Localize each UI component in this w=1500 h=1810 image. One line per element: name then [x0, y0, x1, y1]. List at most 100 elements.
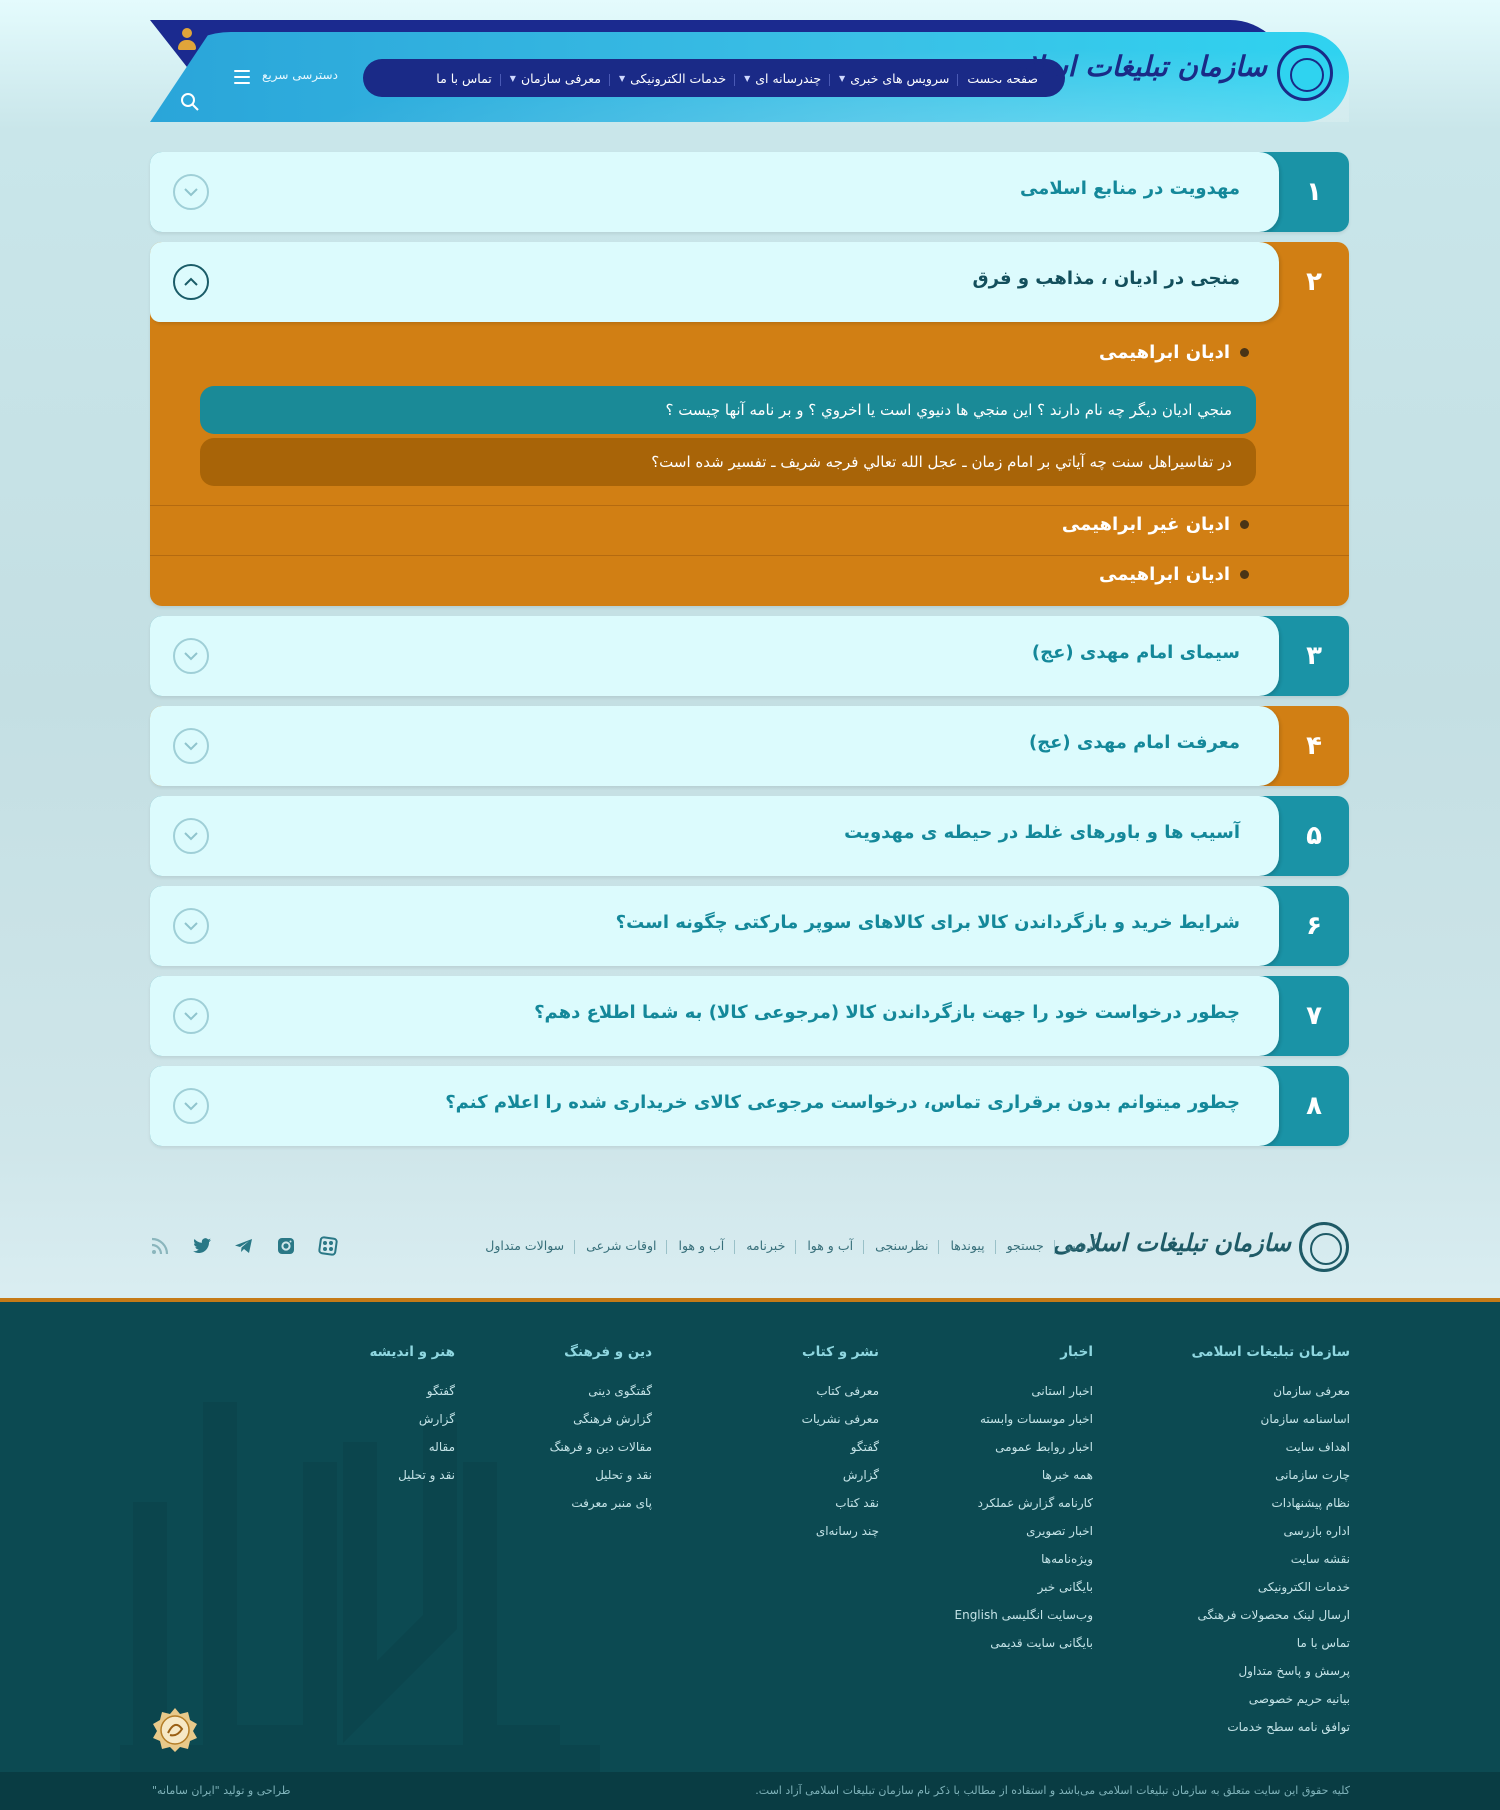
footer-link[interactable]: همه خبرها — [955, 1461, 1093, 1489]
footer-link[interactable]: معرفی کتاب — [802, 1377, 879, 1405]
footer-quick-link[interactable]: پیوندها — [939, 1238, 996, 1254]
footer-quick-link[interactable]: سوالات متداول — [474, 1238, 576, 1254]
faq-item-title: منجی در ادیان ، مذاهب و فرق — [972, 268, 1240, 289]
footer-link[interactable]: گزارش — [369, 1405, 455, 1433]
faq-category[interactable]: ادیان ابراهیمی — [1099, 342, 1249, 363]
footer-quick-link[interactable]: اوقات شرعی — [575, 1238, 668, 1254]
bullet-icon — [1240, 348, 1249, 357]
faq-category-label: ادیان ابراهیمی — [1099, 564, 1230, 585]
faq-item-header[interactable]: منجی در ادیان ، مذاهب و فرق — [150, 242, 1279, 322]
footer-link[interactable]: کارنامه گزارش عملکرد — [955, 1489, 1093, 1517]
footer-link[interactable]: پرسش و پاسخ متداول — [1192, 1657, 1350, 1685]
faq-item-title: سیمای امام مهدی (عج) — [1031, 642, 1240, 663]
footer-link[interactable]: اخبار موسسات وابسته — [955, 1405, 1093, 1433]
footer-link[interactable]: اساسنامه سازمان — [1192, 1405, 1350, 1433]
quick-access-label[interactable]: دسترسی سریع — [262, 68, 338, 82]
footer-link[interactable]: گزارش — [802, 1461, 879, 1489]
faq-item: ۳ سیمای امام مهدی (عج) — [150, 616, 1349, 696]
nav-item[interactable]: چندرسانه ای ▼ — [735, 71, 830, 86]
footer-link[interactable]: گفتگو — [369, 1377, 455, 1405]
footer-link[interactable]: اخبار تصویری — [955, 1517, 1093, 1545]
footer-link[interactable]: نقشه سایت — [1192, 1545, 1350, 1573]
nav-item[interactable]: معرفی سازمان ▼ — [501, 70, 611, 86]
divider — [150, 505, 1349, 506]
footer-link[interactable]: توافق نامه سطح خدمات — [1192, 1713, 1350, 1741]
chevron-down-icon[interactable] — [173, 908, 209, 944]
faq-category[interactable]: ادیان ابراهیمی — [1099, 564, 1249, 585]
nav-item-label: چندرسانه ای — [755, 70, 822, 86]
faq-item-header[interactable]: سیمای امام مهدی (عج) — [150, 616, 1279, 696]
calligraphy-watermark-icon — [120, 1402, 600, 1772]
footer-link[interactable]: چارت سازمانی — [1192, 1461, 1350, 1489]
footer-link[interactable]: پای منبر معرفت — [550, 1489, 652, 1517]
footer-quick-link[interactable]: آب و هوا — [796, 1238, 864, 1254]
aparat-icon[interactable] — [318, 1236, 338, 1256]
faq-item: ۵ آسیب ها و باورهای غلط در حیطه ی مهدویت — [150, 796, 1349, 876]
faq-item-header[interactable]: مهدویت در منابع اسلامی — [150, 152, 1279, 232]
rss-icon[interactable] — [150, 1236, 170, 1256]
trust-seal-icon[interactable] — [152, 1707, 198, 1753]
nav-item-label: معرفی سازمان — [520, 70, 601, 86]
faq-question[interactable]: در تفاسيراهل سنت چه آياتي بر امام زمان ـ… — [200, 438, 1256, 486]
footer-link[interactable]: بایگانی خبر — [955, 1573, 1093, 1601]
footer-quick-link[interactable]: خبرنامه — [735, 1238, 797, 1254]
chevron-down-icon[interactable] — [173, 638, 209, 674]
faq-item-header[interactable]: معرفت امام مهدی (عج) — [150, 706, 1279, 786]
footer-link[interactable]: وب‌سایت انگلیسی English — [955, 1601, 1094, 1629]
chevron-down-icon[interactable] — [173, 818, 209, 854]
bullet-icon — [1240, 570, 1249, 579]
footer-link[interactable]: اهداف سایت — [1192, 1433, 1350, 1461]
footer-link[interactable]: معرفی نشریات — [802, 1405, 879, 1433]
footer-link[interactable]: گفتگو — [802, 1433, 879, 1461]
faq-category-label: ادیان ابراهیمی — [1099, 342, 1230, 363]
designer-credit-link[interactable]: طراحی و تولید "ایران سامانه" — [152, 1784, 291, 1797]
footer-link[interactable]: خدمات الکترونیکی — [1192, 1573, 1350, 1601]
chevron-down-icon[interactable] — [173, 174, 209, 210]
footer-link[interactable]: نظام پیشنهادات — [1192, 1489, 1350, 1517]
footer-link[interactable]: مقالات دین و فرهنگ — [550, 1433, 652, 1461]
chevron-up-icon[interactable] — [173, 264, 209, 300]
footer-link[interactable]: تماس با ما — [1192, 1629, 1350, 1657]
chevron-down-icon[interactable] — [173, 728, 209, 764]
footer-quick-link[interactable]: آب و هوا — [667, 1238, 735, 1254]
footer-link[interactable]: گزارش فرهنگی — [550, 1405, 652, 1433]
footer-link[interactable]: گفتگوی دینی — [550, 1377, 652, 1405]
nav-item[interactable]: سرویس های خبری ▼ — [830, 71, 959, 86]
footer-link[interactable]: نقد کتاب — [802, 1489, 879, 1517]
footer-link[interactable]: ویژه‌نامه‌ها — [955, 1545, 1093, 1573]
footer-link[interactable]: نقد و تحلیل — [369, 1461, 455, 1489]
telegram-icon[interactable] — [234, 1236, 254, 1256]
search-icon[interactable] — [180, 92, 200, 112]
hamburger-menu-icon[interactable] — [234, 70, 250, 86]
footer-column: دین و فرهنگ گفتگوی دینی گزارش فرهنگی مقالات… — [550, 1344, 652, 1517]
nav-item[interactable]: خدمات الکترونیکی ▼ — [610, 71, 736, 86]
logo-emblem-icon — [1277, 45, 1333, 101]
footer-quick-link[interactable]: آرشیو — [1055, 1238, 1107, 1253]
footer-link[interactable]: اخبار استانی — [955, 1377, 1093, 1405]
site-logo[interactable]: سازمان تبلیغات اسلامی — [989, 40, 1333, 101]
chevron-down-icon[interactable] — [173, 1088, 209, 1124]
faq-category[interactable]: ادیان غیر ابراهیمی — [1062, 514, 1249, 535]
twitter-icon[interactable] — [192, 1236, 212, 1256]
footer-link[interactable]: اداره بازرسی — [1192, 1517, 1350, 1545]
footer-link[interactable]: معرفی سازمان — [1192, 1377, 1350, 1405]
footer-quick-link[interactable]: نظرسنجی — [864, 1238, 940, 1254]
faq-item-header[interactable]: چطور درخواست خود را جهت بازگرداندن کالا … — [150, 976, 1279, 1056]
footer-quick-link[interactable]: جستجو — [996, 1238, 1055, 1254]
user-icon[interactable] — [176, 28, 198, 54]
footer-link[interactable]: ارسال لینک محصولات فرهنگی — [1192, 1601, 1351, 1629]
footer-link[interactable]: اخبار روابط عمومی — [955, 1433, 1093, 1461]
instagram-icon[interactable] — [276, 1236, 296, 1256]
footer-link[interactable]: چند رسانه‌ای — [802, 1517, 879, 1545]
footer-link[interactable]: نقد و تحلیل — [550, 1461, 652, 1489]
nav-item[interactable]: تماس با ما — [427, 71, 501, 86]
footer-link[interactable]: بیانیه حریم خصوصی — [1192, 1685, 1350, 1713]
footer-logo[interactable]: سازمان تبلیغات اسلامی — [1053, 1218, 1349, 1274]
footer-link[interactable]: مقاله — [369, 1433, 455, 1461]
chevron-down-icon[interactable] — [173, 998, 209, 1034]
faq-question[interactable]: منجي اديان ديگر چه نام دارند ؟ اين منجي … — [200, 386, 1256, 434]
faq-item-header[interactable]: شرایط خرید و بازگرداندن کالا برای کالاها… — [150, 886, 1279, 966]
faq-item-header[interactable]: چطور میتوانم بدون برقراری تماس، درخواست … — [150, 1066, 1279, 1146]
footer-link[interactable]: بایگانی سایت قدیمی — [955, 1629, 1093, 1657]
faq-item-header[interactable]: آسیب ها و باورهای غلط در حیطه ی مهدویت — [150, 796, 1279, 876]
